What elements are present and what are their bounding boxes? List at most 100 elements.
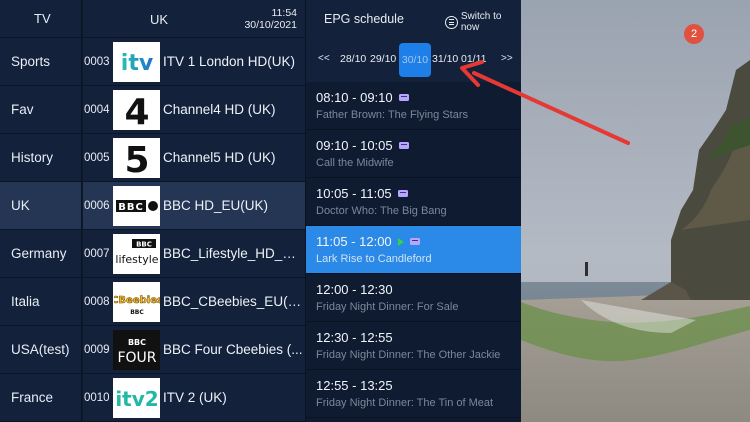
program-row[interactable]: 10:05 - 11:05 Doctor Who: The Big Bang [306,178,521,226]
channel-number: 0009 [84,343,110,356]
channel-header: UK 11:54 30/10/2021 [83,0,305,38]
prev-dates-button[interactable]: << [318,53,330,64]
category-item-uk[interactable]: UK [0,182,81,230]
bbc-hd-logo: BBC [113,185,160,226]
record-icon[interactable] [398,142,409,149]
four-bbc-text: BBC [127,338,145,347]
category-item-fav[interactable]: Fav [0,86,81,134]
program-row-selected[interactable]: 11:05 - 12:00 Lark Rise to Candleford [306,226,521,274]
date-item-selected[interactable]: 30/10 [399,43,431,77]
clock-date: 30/10/2021 [244,19,297,31]
channel-number: 0008 [84,295,110,308]
bbc-four-logo: BBC FOUR [113,329,160,370]
playing-icon [397,237,404,246]
channel-name: Channel4 HD (UK) [163,102,276,117]
channel-row[interactable]: 0006 BBC BBC HD_EU(UK) [83,182,305,230]
cbeebies-logo-text: CBeebies [114,295,160,306]
channel-name: ITV 2 (UK) [163,390,227,405]
next-dates-button[interactable]: >> [501,53,513,64]
itv-logo: itv [113,41,160,82]
video-preview[interactable]: 2 [521,0,750,422]
category-header: TV [0,0,81,38]
channel-group-title: UK [150,12,169,27]
record-icon[interactable] [409,238,420,245]
itv2-logo: itv2 [113,377,160,418]
category-panel: TV Sports Fav History UK Germany Italia … [0,0,82,422]
program-title: Call the Midwife [316,157,394,169]
channel-number: 0003 [84,55,110,68]
channel4-logo: 4 [113,89,160,130]
channel-number: 0005 [84,151,110,164]
clock: 11:54 30/10/2021 [244,7,297,31]
channel-row[interactable]: 0010 itv2 ITV 2 (UK) [83,374,305,422]
channel-panel: UK 11:54 30/10/2021 0003 itv ITV 1 Londo… [83,0,305,422]
program-row[interactable]: 12:00 - 12:30 Friday Night Dinner: For S… [306,274,521,322]
program-row[interactable]: 08:10 - 09:10 Father Brown: The Flying S… [306,82,521,130]
program-time: 08:10 - 09:10 [316,90,393,105]
channel-row[interactable]: 0005 5 Channel5 HD (UK) [83,134,305,182]
category-item-france[interactable]: France [0,374,81,422]
program-title: Doctor Who: The Big Bang [316,205,447,217]
lifestyle-logo-text: lifestyle [115,253,158,266]
channel-number: 0006 [84,199,110,212]
record-icon[interactable] [397,190,408,197]
channel-name: BBC Four Cbeebies (... [163,342,303,357]
date-item[interactable]: 29/10 [370,53,396,65]
cbeebies-logo: CBeebies BBC [113,281,160,322]
channel-row[interactable]: 0009 BBC FOUR BBC Four Cbeebies (... [83,326,305,374]
switch-to-now-button[interactable]: Switch to now [445,11,521,33]
channel-name: Channel5 HD (UK) [163,150,276,165]
epg-header: EPG schedule Switch to now [306,0,521,38]
program-row[interactable]: 09:10 - 10:05 Call the Midwife [306,130,521,178]
program-time: 11:05 - 12:00 [316,234,392,249]
epg-panel: EPG schedule Switch to now << 28/10 29/1… [305,0,521,422]
program-title: Friday Night Dinner: The Tin of Meat [316,397,494,409]
preview-image [521,0,750,422]
itv-logo-text: itv [120,51,153,76]
channel5-logo: 5 [113,137,160,178]
channel-row[interactable]: 0008 CBeebies BBC BBC_CBeebies_EU(UK) [83,278,305,326]
program-title: Father Brown: The Flying Stars [316,109,469,121]
cbeebies-bbc-text: BBC [130,309,144,316]
category-item-history[interactable]: History [0,134,81,182]
bbc-lifestyle-logo: BBC lifestyle [113,233,160,274]
program-title: Lark Rise to Candleford [316,253,432,265]
bbc-logo-text: BBC [118,202,144,213]
category-item-sports[interactable]: Sports [0,38,81,86]
channel-number: 0010 [84,391,110,404]
list-icon [445,15,458,29]
program-row[interactable]: 12:30 - 12:55 Friday Night Dinner: The O… [306,322,521,370]
date-item[interactable]: 01/11 [461,53,487,65]
category-item-usa-test[interactable]: USA(test) [0,326,81,374]
notification-badge: 2 [684,24,704,44]
channel-row[interactable]: 0004 4 Channel4 HD (UK) [83,86,305,134]
date-item[interactable]: 31/10 [432,53,458,65]
channel-row[interactable]: 0003 itv ITV 1 London HD(UK) [83,38,305,86]
channel-number: 0007 [84,247,110,260]
lifestyle-bbc-text: BBC [136,240,152,248]
program-time: 12:55 - 13:25 [316,378,393,393]
channel-row[interactable]: 0007 BBC lifestyle BBC_Lifestyle_HD_EU... [83,230,305,278]
category-item-germany[interactable]: Germany [0,230,81,278]
channel4-logo-text: 4 [124,92,149,128]
program-time: 12:00 - 12:30 [316,282,393,297]
channel-name: BBC_Lifestyle_HD_EU... [163,246,303,261]
clock-time: 11:54 [271,7,298,19]
epg-title: EPG schedule [324,12,404,26]
four-logo-text: FOUR [117,350,156,366]
program-time: 10:05 - 11:05 [316,186,392,201]
program-row[interactable]: 12:55 - 13:25 Friday Night Dinner: The T… [306,370,521,418]
program-time: 09:10 - 10:05 [316,138,393,153]
itv2-logo-text: itv2 [115,387,158,411]
program-time: 12:30 - 12:55 [316,330,393,345]
switch-to-now-label: Switch to now [460,11,502,33]
category-item-italia[interactable]: Italia [0,278,81,326]
channel-name: ITV 1 London HD(UK) [163,54,296,69]
program-title: Friday Night Dinner: For Sale [316,301,459,313]
date-item[interactable]: 28/10 [340,53,366,65]
program-title: Friday Night Dinner: The Other Jackie [316,349,501,361]
date-selector: << 28/10 29/10 30/10 31/10 01/11 >> [306,38,521,82]
channel-name: BBC_CBeebies_EU(UK) [163,294,303,309]
channel5-logo-text: 5 [124,140,149,176]
record-icon[interactable] [398,94,409,101]
